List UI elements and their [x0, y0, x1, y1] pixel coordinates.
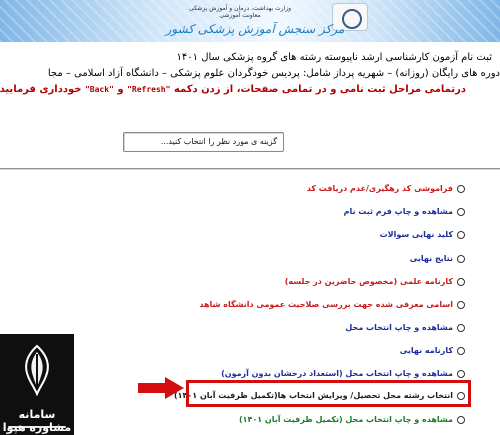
watermark-text: سامانه مشاوره هپوا [3, 408, 71, 434]
back-label: "Back" [84, 85, 114, 94]
radio-icon[interactable] [457, 254, 465, 263]
and-label: و [117, 84, 124, 95]
watermark-badge: سامانه مشاوره هپوا [0, 334, 74, 435]
divider [0, 169, 500, 170]
ministry-line: وزارت بهداشت، درمان و آموزش پزشکی [188, 5, 292, 12]
watermark-underline [8, 426, 66, 428]
refresh-label: "Refresh" [127, 85, 171, 94]
option-final-results[interactable]: نتایج نهایی [410, 254, 465, 263]
option-label: مشاهده و چاپ انتخاب محل (استعداد درخشان … [221, 369, 453, 378]
radio-icon[interactable] [457, 323, 465, 332]
pen-logo-icon [25, 344, 49, 396]
option-final-report[interactable]: کارنامه نهایی [400, 346, 465, 355]
info-line-3: درتمامی مراحل ثبت نامی و در تمامی صفحات،… [0, 84, 466, 95]
center-title: مرکز سنجش آموزش پزشکی کشور [165, 22, 345, 36]
option-label: مشاهده و چاپ انتخاب محل (تکمیل ظرفیت آبا… [238, 415, 453, 424]
option-forgot-tracking-code[interactable]: فراموشی کد رهگیری/عدم دریافت کد [307, 184, 465, 193]
option-label: فراموشی کد رهگیری/عدم دریافت کد [306, 184, 453, 193]
radio-icon[interactable] [457, 184, 465, 193]
option-final-answer-key[interactable]: کلید نهایی سوالات [380, 230, 465, 239]
red-arrow-icon [138, 377, 184, 399]
radio-icon[interactable] [457, 230, 465, 239]
option-label: کارنامه نهایی [399, 346, 453, 355]
radio-icon[interactable] [457, 300, 465, 309]
top-banner: وزارت بهداشت، درمان و آموزش پزشکی معاونت… [0, 0, 500, 42]
radio-icon[interactable] [457, 415, 465, 424]
info-line-2: دوره های رایگان (روزانه) – شهریه پرداز ش… [47, 68, 500, 79]
option-view-print-form[interactable]: مشاهده و چاپ فرم ثبت نام [344, 207, 465, 216]
option-view-placement[interactable]: مشاهده و چاپ انتخاب محل [345, 323, 465, 332]
window: وزارت بهداشت، درمان و آموزش پزشکی معاونت… [0, 0, 500, 435]
highlight-box [186, 380, 471, 407]
option-shahed-list[interactable]: اسامی معرفی شده جهت بررسی صلاحیت عمومی د… [199, 300, 465, 309]
ministry-title: وزارت بهداشت، درمان و آموزش پزشکی معاونت… [170, 5, 310, 19]
option-label: نتایج نهایی [409, 254, 453, 263]
info-line-1: ثبت نام آزمون کارشناسی ارشد ناپیوسته رشت… [176, 52, 492, 63]
option-scientific-report[interactable]: کارنامه علمی (مخصوص حاضرین در جلسه) [285, 277, 465, 286]
option-label: مشاهده و چاپ انتخاب محل [345, 323, 453, 332]
radio-icon[interactable] [457, 369, 465, 378]
option-label: اسامی معرفی شده جهت بررسی صلاحیت عمومی د… [199, 300, 453, 309]
option-view-placement-capacity[interactable]: مشاهده و چاپ انتخاب محل (تکمیل ظرفیت آبا… [239, 415, 465, 424]
option-label: مشاهده و چاپ فرم ثبت نام [343, 207, 453, 216]
info-line-3-prefix: درتمامی مراحل ثبت نامی و در تمامی صفحات،… [173, 84, 466, 95]
option-view-placement-talented[interactable]: مشاهده و چاپ انتخاب محل (استعداد درخشان … [221, 369, 465, 378]
radio-icon[interactable] [457, 277, 465, 286]
option-label: کارنامه علمی (مخصوص حاضرین در جلسه) [284, 277, 453, 286]
option-chooser-label: گزینه ی مورد نظر را انتخاب کنید... [123, 132, 284, 152]
radio-icon[interactable] [457, 207, 465, 216]
radio-icon[interactable] [457, 346, 465, 355]
info-line-3-suffix: خودداری فرمایید . [0, 84, 82, 95]
option-label: کلید نهایی سوالات [379, 230, 453, 239]
ministry-line: معاونت آموزشی [219, 12, 261, 19]
